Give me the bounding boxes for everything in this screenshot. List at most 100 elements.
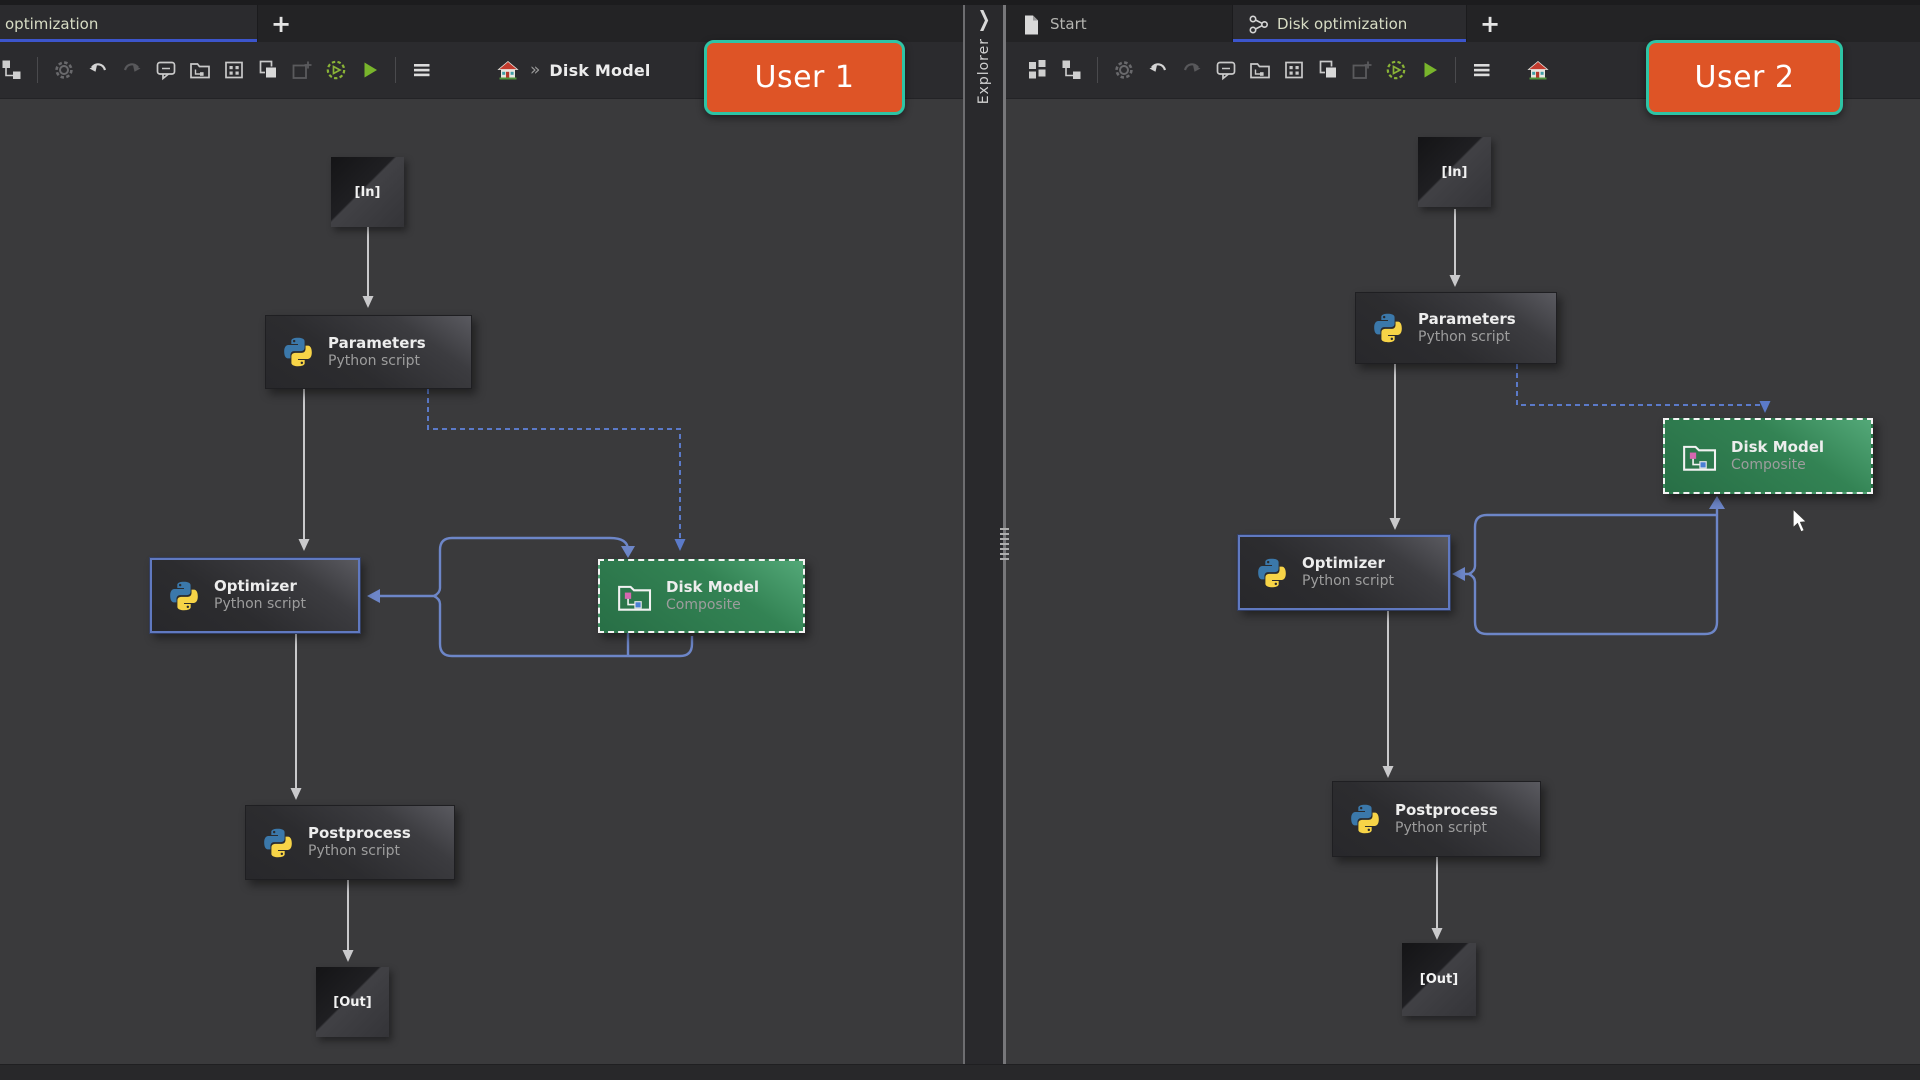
python-icon — [261, 826, 295, 860]
home-icon[interactable] — [494, 57, 521, 84]
node-title: Postprocess — [308, 824, 411, 843]
window-bottom-edge — [0, 1064, 1920, 1080]
window-top-edge — [0, 0, 1920, 5]
breadcrumb-separator: » — [530, 60, 540, 80]
in-terminal-label: [In] — [355, 185, 381, 200]
node-postprocess[interactable]: Postprocess Python script — [245, 805, 455, 880]
gear-icon[interactable] — [50, 57, 77, 84]
toolbar-separator — [37, 57, 38, 83]
new-tab-button[interactable]: + — [258, 5, 304, 42]
play-icon[interactable] — [1416, 57, 1443, 84]
explorer-collapsed-panel[interactable]: ❯ Explorer — [967, 10, 1001, 104]
out-terminal-node[interactable]: [Out] — [1402, 943, 1476, 1016]
toolbar-separator — [1097, 57, 1098, 83]
tree-view-icon[interactable] — [0, 57, 25, 84]
application-window: optimization + » Disk Model — [0, 0, 1920, 1080]
python-icon — [167, 579, 201, 613]
node-title: Parameters — [328, 334, 426, 353]
add-frame-icon[interactable] — [288, 57, 315, 84]
workflow-connections — [0, 99, 963, 1064]
node-optimizer[interactable]: Optimizer Python script — [150, 558, 360, 633]
chevron-right-icon[interactable]: ❯ — [978, 6, 991, 31]
node-parameters[interactable]: Parameters Python script — [265, 315, 472, 389]
composite-folder-icon — [1680, 440, 1718, 472]
folder-icon[interactable] — [1246, 57, 1273, 84]
mouse-cursor — [1792, 508, 1814, 535]
out-terminal-node[interactable]: [Out] — [316, 967, 389, 1037]
composite-folder-icon — [615, 580, 653, 612]
node-subtitle: Python script — [1418, 329, 1516, 347]
copy-icon[interactable] — [1314, 57, 1341, 84]
node-title: Disk Model — [666, 578, 759, 597]
node-disk-model[interactable]: Disk Model Composite — [598, 559, 805, 633]
workflow-connections — [1006, 99, 1920, 1064]
new-tab-button[interactable]: + — [1467, 5, 1513, 42]
tab-label: Disk optimization — [1277, 15, 1407, 33]
node-title: Optimizer — [214, 577, 306, 596]
python-icon — [1255, 556, 1289, 590]
comment-icon[interactable] — [152, 57, 179, 84]
splitter-grip[interactable] — [1000, 528, 1009, 560]
grid-icon[interactable] — [1280, 57, 1307, 84]
menu-icon[interactable] — [1468, 57, 1495, 84]
toolbar-separator — [395, 57, 396, 83]
folder-icon[interactable] — [186, 57, 213, 84]
workspace-pane-user1: optimization + » Disk Model — [0, 0, 963, 1080]
node-optimizer[interactable]: Optimizer Python script — [1238, 535, 1450, 610]
grid-icon[interactable] — [220, 57, 247, 84]
document-icon — [1020, 13, 1042, 35]
gear-icon[interactable] — [1110, 57, 1137, 84]
redo-icon[interactable] — [1178, 57, 1205, 84]
python-icon — [1348, 802, 1382, 836]
splitter-line-left — [963, 0, 965, 1080]
tab-label: Start — [1050, 15, 1087, 33]
redo-icon[interactable] — [118, 57, 145, 84]
tabbar-right: Start Disk optimization + — [1006, 5, 1920, 42]
tab-start[interactable]: Start — [1006, 5, 1233, 42]
node-subtitle: Python script — [328, 353, 426, 371]
out-terminal-label: [Out] — [1420, 972, 1458, 987]
tab-disk-optimization[interactable]: Disk optimization — [1233, 5, 1467, 42]
breadcrumb: » Disk Model — [494, 57, 651, 84]
breadcrumb-current: Disk Model — [549, 61, 650, 80]
python-icon — [1371, 311, 1405, 345]
copy-icon[interactable] — [254, 57, 281, 84]
node-postprocess[interactable]: Postprocess Python script — [1332, 781, 1541, 857]
run-icon[interactable] — [1382, 57, 1409, 84]
add-frame-icon[interactable] — [1348, 57, 1375, 84]
play-icon[interactable] — [356, 57, 383, 84]
node-title: Optimizer — [1302, 554, 1394, 573]
node-subtitle: Composite — [666, 597, 759, 615]
tab-optimization[interactable]: optimization — [0, 5, 258, 42]
explorer-label: Explorer — [976, 38, 992, 104]
python-icon — [281, 335, 315, 369]
node-subtitle: Composite — [1731, 457, 1824, 475]
workflow-canvas-user2[interactable]: [In] Parameters Python script Disk Model… — [1006, 99, 1920, 1064]
user1-annotation-badge: User 1 — [704, 40, 905, 115]
comment-icon[interactable] — [1212, 57, 1239, 84]
undo-icon[interactable] — [84, 57, 111, 84]
node-subtitle: Python script — [1302, 573, 1394, 591]
home-icon[interactable] — [1524, 57, 1551, 84]
workspace-pane-user2: Start Disk optimization + — [1006, 0, 1920, 1080]
toolbar-separator — [1455, 57, 1456, 83]
node-subtitle: Python script — [308, 843, 411, 861]
pane-splitter[interactable]: ❯ Explorer — [963, 0, 1006, 1080]
node-subtitle: Python script — [214, 596, 306, 614]
out-terminal-label: [Out] — [333, 995, 371, 1010]
run-icon[interactable] — [322, 57, 349, 84]
menu-icon[interactable] — [408, 57, 435, 84]
node-parameters[interactable]: Parameters Python script — [1355, 292, 1557, 364]
workflow-canvas-user1[interactable]: [In] Parameters Python script Optimizer … — [0, 99, 963, 1064]
tree-view-icon[interactable] — [1058, 57, 1085, 84]
node-disk-model[interactable]: Disk Model Composite — [1663, 418, 1873, 494]
blocks-icon[interactable] — [1024, 57, 1051, 84]
user2-annotation-badge: User 2 — [1646, 40, 1843, 115]
undo-icon[interactable] — [1144, 57, 1171, 84]
node-title: Parameters — [1418, 310, 1516, 329]
workflow-icon — [1247, 13, 1269, 35]
in-terminal-node[interactable]: [In] — [331, 157, 404, 227]
node-title: Postprocess — [1395, 801, 1498, 820]
node-title: Disk Model — [1731, 438, 1824, 457]
in-terminal-node[interactable]: [In] — [1418, 137, 1491, 207]
